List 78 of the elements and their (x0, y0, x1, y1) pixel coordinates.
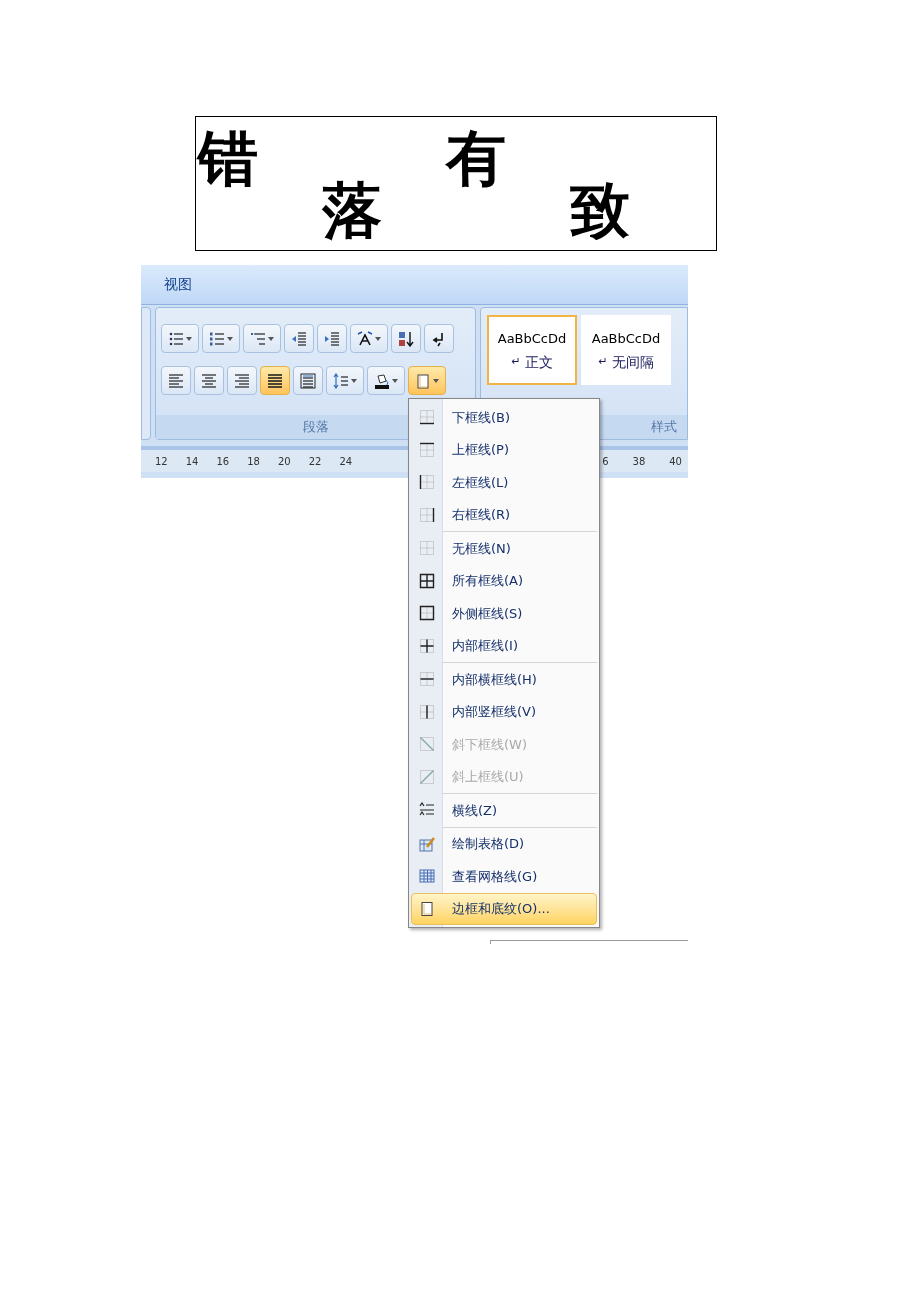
top-border-icon (419, 441, 435, 458)
paragraph-mark: ↵ (511, 356, 521, 367)
distribute-icon (300, 372, 316, 389)
menu-item[interactable]: 左框线(L) (411, 466, 597, 499)
right-icon (234, 372, 250, 389)
numbering-icon (209, 330, 225, 347)
ruler-number: 22 (308, 454, 322, 469)
ruler-number: 14 (185, 454, 199, 469)
menu-item[interactable]: 边框和底纹(O)... (411, 892, 597, 925)
all-borders-icon (419, 572, 435, 589)
ruler-number: 6 (602, 454, 609, 469)
outside-border-icon (419, 605, 435, 622)
bullets-icon (168, 330, 184, 347)
menu-item[interactable]: 上框线(P) (411, 433, 597, 466)
border-icon (415, 372, 431, 389)
style-swatch[interactable]: AaBbCcDd ↵ 正文 (487, 315, 577, 385)
inside-vertical-border-icon (419, 703, 435, 720)
style-name: 正文 (524, 354, 553, 369)
menu-item[interactable]: 内部框线(I) (411, 629, 597, 662)
sort-icon (398, 330, 414, 347)
menu-item[interactable]: 横线(Z) (411, 794, 597, 827)
banner-character: 落 (322, 177, 382, 243)
diagonal-up-border-icon (419, 768, 435, 785)
ruler-number: 24 (339, 454, 353, 469)
left-border-icon (419, 474, 435, 491)
toolbar-button[interactable] (367, 366, 405, 395)
paragraph-mark: ↵ (598, 356, 608, 367)
menu-item[interactable]: 下框线(B) (411, 401, 597, 434)
left-icon (168, 372, 184, 389)
ruler-number: 12 (155, 454, 168, 469)
shading-icon (374, 372, 390, 389)
menu-item[interactable]: 右框线(R) (411, 498, 597, 531)
no-border-icon (419, 540, 435, 557)
multilevel-icon (250, 330, 266, 347)
group-label: 段落 (302, 418, 329, 437)
ribbon-tab[interactable]: 视图 (160, 274, 196, 295)
ruler-number: 18 (247, 454, 260, 469)
group-label: 样式 (651, 418, 677, 437)
caret-icon (351, 378, 357, 383)
justify-icon (267, 372, 283, 389)
toolbar-button[interactable] (260, 366, 290, 395)
caret-icon (268, 336, 274, 341)
banner-character: 有 (446, 125, 506, 191)
caret-icon (227, 336, 233, 341)
caret-icon (186, 336, 192, 341)
outdent-icon (291, 330, 307, 347)
style-name: 无间隔 (611, 354, 654, 369)
style-swatch[interactable]: AaBbCcDd ↵ 无间隔 (581, 315, 671, 385)
ruler-number: 38 (632, 454, 646, 469)
ruler-number: 16 (216, 454, 230, 469)
banner-character: 致 (570, 177, 630, 243)
toolbar-button[interactable] (424, 324, 454, 353)
toolbar-button[interactable] (350, 324, 388, 353)
menu-item[interactable]: 绘制表格(D) (411, 827, 597, 860)
inside-horizontal-border-icon (419, 671, 435, 688)
menu-item[interactable]: 所有框线(A) (411, 564, 597, 597)
ruler-number: 40 (669, 454, 682, 469)
banner-character: 错 (198, 125, 258, 191)
menu-item[interactable]: 查看网格线(G) (411, 860, 597, 893)
caret-icon (433, 378, 439, 383)
spacing-icon (333, 372, 349, 389)
page-border-icon (419, 900, 435, 917)
table-pencil-icon (419, 835, 435, 852)
menu-item[interactable]: 内部横框线(H) (411, 663, 597, 696)
menu-item[interactable]: 无框线(N) (411, 532, 597, 565)
center-icon (201, 372, 217, 389)
diagonal-down-border-icon (419, 736, 435, 753)
ruler-number: 20 (277, 454, 291, 469)
toolbar-button[interactable] (391, 324, 421, 353)
caret-icon (392, 378, 398, 383)
grid-icon (419, 868, 435, 885)
indent-icon (324, 330, 340, 347)
menu-item[interactable]: 内部竖框线(V) (411, 695, 597, 728)
caret-icon (375, 336, 381, 341)
right-border-icon (419, 506, 435, 523)
bottom-border-icon (419, 409, 435, 426)
inside-borders-icon (419, 637, 435, 654)
menu-item[interactable]: 外侧框线(S) (411, 597, 597, 630)
